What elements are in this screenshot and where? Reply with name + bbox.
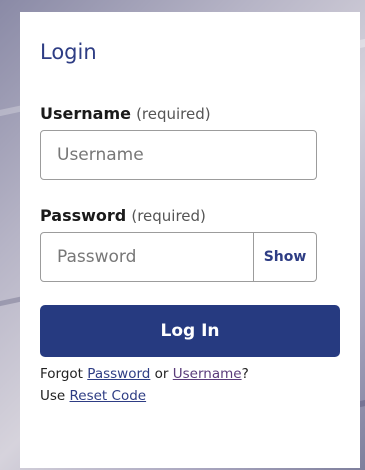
password-label-text: Password [40, 206, 127, 225]
password-label: Password (required) [40, 206, 340, 225]
login-card: Login Username (required) Password (requ… [20, 12, 360, 468]
reset-code-link[interactable]: Reset Code [70, 388, 147, 404]
password-input[interactable] [40, 232, 254, 282]
forgot-line: Forgot Password or Username? [40, 363, 340, 385]
username-label: Username (required) [40, 104, 340, 123]
or-text: or [150, 366, 173, 382]
username-required-note: (required) [136, 105, 211, 123]
forgot-suffix: ? [241, 366, 249, 382]
use-prefix: Use [40, 388, 70, 404]
help-links: Forgot Password or Username? Use Reset C… [40, 363, 340, 407]
forgot-prefix: Forgot [40, 366, 88, 382]
username-input[interactable] [40, 130, 317, 180]
username-label-text: Username [40, 104, 131, 123]
reset-code-line: Use Reset Code [40, 385, 340, 407]
page-title: Login [40, 40, 97, 64]
password-required-note: (required) [131, 207, 206, 225]
forgot-username-link[interactable]: Username [173, 366, 242, 382]
forgot-password-link[interactable]: Password [87, 366, 150, 382]
password-row: Show [40, 232, 317, 282]
show-password-button[interactable]: Show [254, 232, 317, 282]
login-button[interactable]: Log In [40, 305, 340, 357]
